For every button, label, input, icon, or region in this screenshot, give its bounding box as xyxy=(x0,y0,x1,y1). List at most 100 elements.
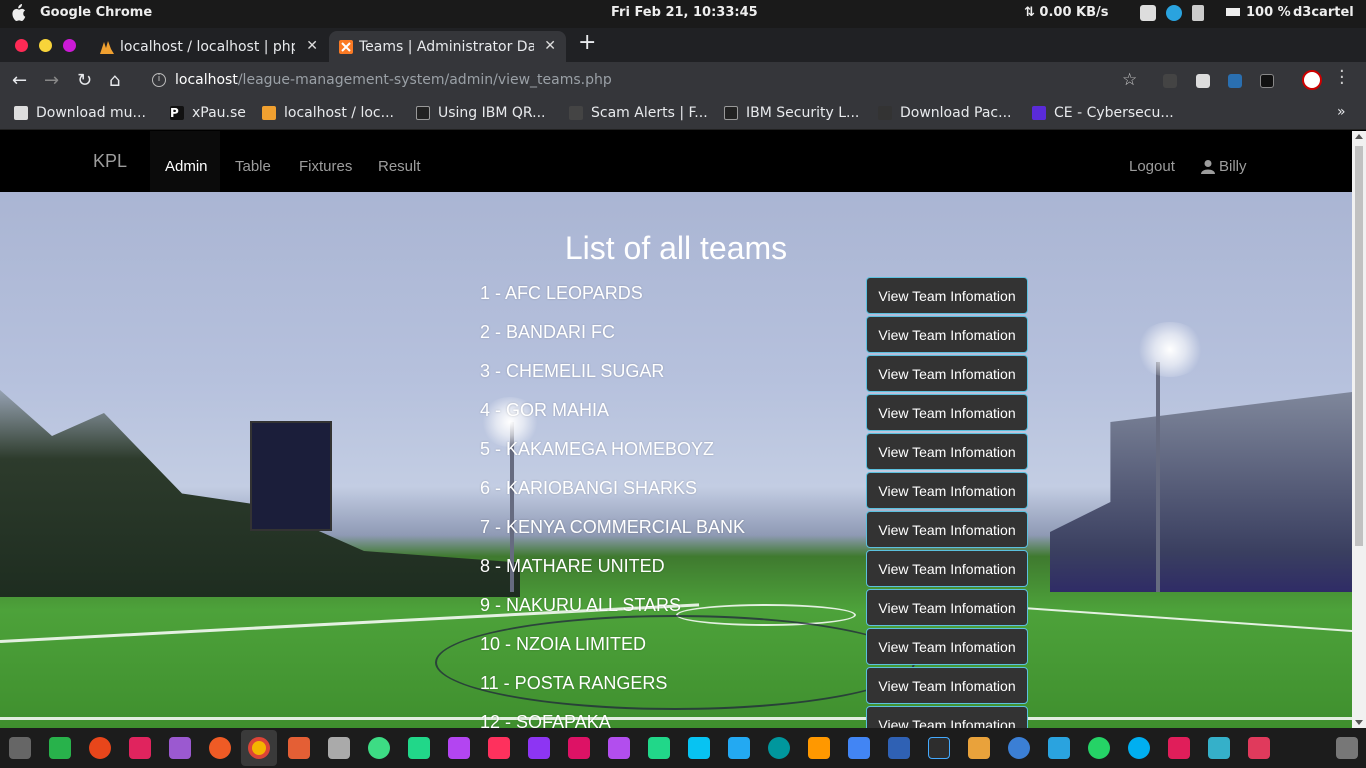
bookmark-item[interactable]: Download Pac... xyxy=(878,105,1011,121)
clion-icon[interactable] xyxy=(408,737,430,759)
battery-level[interactable]: 100 % xyxy=(1226,5,1291,20)
forward-icon[interactable]: → xyxy=(44,70,59,91)
scroll-down-arrow-icon[interactable] xyxy=(1355,720,1363,725)
username: Billy xyxy=(1219,158,1247,175)
sublime-text-icon[interactable] xyxy=(808,737,830,759)
user-menu[interactable]: Billy xyxy=(1201,158,1247,175)
screen-recorder-icon[interactable] xyxy=(1248,737,1270,759)
bookmark-item[interactable]: Using IBM QR... xyxy=(416,105,546,121)
chrome-menu-icon[interactable]: · · · xyxy=(1339,63,1345,93)
gamepad-icon[interactable] xyxy=(1336,737,1358,759)
rider-icon[interactable] xyxy=(568,737,590,759)
app-name[interactable]: Google Chrome xyxy=(40,5,152,20)
nav-admin[interactable]: Admin xyxy=(150,131,220,192)
telegram-tray-icon[interactable] xyxy=(1166,5,1182,21)
nav-result[interactable]: Result xyxy=(363,131,436,192)
firefox-icon[interactable] xyxy=(89,737,111,759)
bookmark-item[interactable]: localhost / loc... xyxy=(262,105,394,121)
view-team-info-button[interactable]: View Team Infomation xyxy=(866,277,1028,314)
site-brand[interactable]: KPL xyxy=(93,151,127,172)
team-row: 11 - POSTA RANGERS View Team Infomation xyxy=(480,667,1030,706)
arduino-icon[interactable] xyxy=(768,737,790,759)
music-icon[interactable] xyxy=(129,737,151,759)
telegram-icon[interactable] xyxy=(1048,737,1070,759)
virtualbox-icon[interactable] xyxy=(888,737,910,759)
grandstand xyxy=(1050,392,1352,592)
app-grid-icon[interactable] xyxy=(9,737,31,759)
view-team-info-button[interactable]: View Team Infomation xyxy=(866,628,1028,665)
tab-phpmyadmin[interactable]: localhost / localhost | php ✕ xyxy=(90,31,328,62)
green-pipe-icon[interactable] xyxy=(49,737,71,759)
scroll-up-arrow-icon[interactable] xyxy=(1355,134,1363,139)
terminal-icon[interactable] xyxy=(928,737,950,759)
close-tab-icon[interactable]: ✕ xyxy=(544,38,556,54)
files-icon[interactable] xyxy=(968,737,990,759)
chrome-icon[interactable] xyxy=(248,737,270,759)
view-team-info-button[interactable]: View Team Infomation xyxy=(866,667,1028,704)
webstorm-icon[interactable] xyxy=(688,737,710,759)
logout-link[interactable]: Logout xyxy=(1129,158,1175,175)
slack-icon[interactable] xyxy=(1168,737,1190,759)
bookmark-item[interactable]: PxPau.se xyxy=(170,105,246,121)
close-window-button[interactable] xyxy=(15,39,28,52)
back-icon[interactable]: ← xyxy=(12,70,27,91)
software-center-icon[interactable] xyxy=(169,737,191,759)
profile-avatar[interactable] xyxy=(1302,70,1322,90)
skype-icon[interactable] xyxy=(1128,737,1150,759)
view-team-info-button[interactable]: View Team Infomation xyxy=(866,472,1028,509)
bookmarks-overflow-icon[interactable]: » xyxy=(1337,104,1346,120)
view-team-info-button[interactable]: View Team Infomation xyxy=(866,589,1028,626)
bookmark-favicon-icon: P xyxy=(170,106,184,120)
team-name: 8 - MATHARE UNITED xyxy=(480,556,665,576)
view-team-info-button[interactable]: View Team Infomation xyxy=(866,316,1028,353)
bookmark-item[interactable]: CE - Cybersecu... xyxy=(1032,105,1174,121)
sublime-merge-icon[interactable] xyxy=(288,737,310,759)
close-tab-icon[interactable]: ✕ xyxy=(306,38,318,54)
phpstorm-icon[interactable] xyxy=(608,737,630,759)
jetbrains-icon[interactable] xyxy=(528,737,550,759)
bookmark-star-icon[interactable]: ☆ xyxy=(1122,70,1137,90)
reload-icon[interactable]: ↻ xyxy=(77,70,92,91)
postman-icon[interactable] xyxy=(209,737,231,759)
pycharm-icon[interactable] xyxy=(648,737,670,759)
bookmark-item[interactable]: Scam Alerts | F... xyxy=(569,105,708,121)
bookmark-app-icon[interactable] xyxy=(1208,737,1230,759)
site-info-icon[interactable]: i xyxy=(152,73,166,87)
nav-fixtures[interactable]: Fixtures xyxy=(284,131,367,192)
view-team-info-button[interactable]: View Team Infomation xyxy=(866,511,1028,548)
home-icon[interactable]: ⌂ xyxy=(109,70,120,91)
tab-teams-admin[interactable]: Teams | Administrator Da ✕ xyxy=(329,31,566,62)
address-bar[interactable]: i localhost/league-management-system/adm… xyxy=(142,66,1150,94)
view-team-info-button[interactable]: View Team Infomation xyxy=(866,550,1028,587)
view-team-info-button[interactable]: View Team Infomation xyxy=(866,706,1028,728)
page-scrollbar[interactable] xyxy=(1352,131,1366,728)
datagrip-icon[interactable] xyxy=(448,737,470,759)
whatsapp-icon[interactable] xyxy=(1088,737,1110,759)
minimize-window-button[interactable] xyxy=(39,39,52,52)
nav-table[interactable]: Table xyxy=(220,131,286,192)
app-launcher-icon[interactable] xyxy=(848,737,870,759)
scrollbar-thumb[interactable] xyxy=(1355,146,1363,546)
os-username[interactable]: d3cartel xyxy=(1293,5,1354,20)
bookmark-label: localhost / loc... xyxy=(284,105,394,121)
bookmark-item[interactable]: Download mu... xyxy=(14,105,146,121)
slack-tray-icon[interactable] xyxy=(1140,5,1156,21)
view-team-info-button[interactable]: View Team Infomation xyxy=(866,394,1028,431)
android-studio-icon[interactable] xyxy=(368,737,390,759)
extension-blue-icon[interactable] xyxy=(1228,74,1242,88)
view-team-info-button[interactable]: View Team Infomation xyxy=(866,355,1028,392)
new-tab-icon[interactable]: + xyxy=(578,30,596,55)
apple-icon[interactable] xyxy=(10,4,26,22)
maximize-window-button[interactable] xyxy=(63,39,76,52)
database-icon[interactable] xyxy=(328,737,350,759)
extension-cube-icon[interactable] xyxy=(1196,74,1210,88)
vscode-icon[interactable] xyxy=(728,737,750,759)
intellij-icon[interactable] xyxy=(488,737,510,759)
view-team-info-button[interactable]: View Team Infomation xyxy=(866,433,1028,470)
extension-dark-icon[interactable] xyxy=(1260,74,1274,88)
volume-icon[interactable] xyxy=(1192,5,1204,21)
qbittorrent-icon[interactable] xyxy=(1008,737,1030,759)
bookmark-item[interactable]: IBM Security L... xyxy=(724,105,859,121)
extension-lock-icon[interactable] xyxy=(1163,74,1177,88)
system-clock[interactable]: Fri Feb 21, 10:33:45 xyxy=(611,5,758,20)
